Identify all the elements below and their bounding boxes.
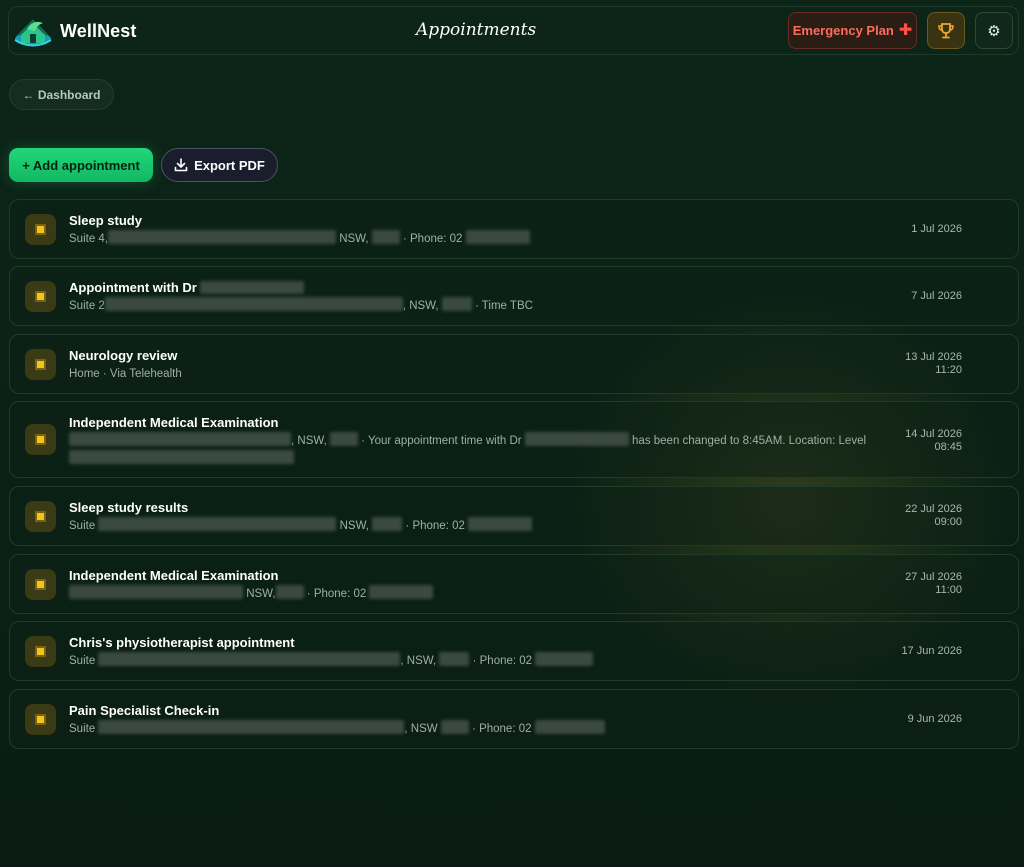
calendar-badge-icon (25, 424, 56, 455)
appointment-date: 27 Jul 2026 11:00 (905, 571, 962, 596)
trophy-button[interactable] (927, 12, 965, 49)
export-pdf-label: Export PDF (194, 157, 265, 173)
settings-button[interactable]: ⚙ (975, 12, 1013, 49)
appointment-date: 9 Jun 2026 (907, 713, 962, 725)
calendar-badge-icon (25, 214, 56, 245)
export-pdf-button[interactable]: Export PDF (161, 148, 278, 182)
trophy-icon (938, 22, 954, 38)
appointment-card[interactable]: Independent Medical Examination NSW, · P… (9, 554, 1019, 614)
appointment-details: Suite 4, NSW, · Phone: 02 (69, 230, 899, 248)
app-header: WellNest Appointments Emergency Plan ✚ ⚙ (8, 6, 1019, 55)
appointment-date: 7 Jul 2026 (911, 290, 962, 302)
emergency-plan-button[interactable]: Emergency Plan ✚ (788, 12, 917, 49)
appointment-date: 1 Jul 2026 (911, 223, 962, 235)
gear-icon: ⚙ (987, 22, 1001, 40)
appointment-details: , NSW, · Your appointment time with Dr h… (69, 432, 899, 468)
appointment-details: Suite , NSW · Phone: 02 (69, 720, 899, 738)
plus-cross-icon: ✚ (898, 21, 913, 39)
appointment-title: Independent Medical Examination (69, 568, 279, 583)
appointment-title: Independent Medical Examination (69, 415, 279, 430)
appointment-title: Sleep study (69, 213, 142, 228)
appointment-title: Neurology review (69, 348, 178, 363)
calendar-badge-icon (25, 349, 56, 380)
wellnest-logo-icon (14, 19, 52, 47)
appointment-title: Pain Specialist Check-in (69, 703, 220, 718)
appointment-card[interactable]: Appointment with Dr Suite 2, NSW, · Time… (9, 266, 1019, 326)
calendar-badge-icon (25, 569, 56, 600)
appointment-details: Home · Via Telehealth (69, 368, 182, 380)
appointment-card[interactable]: Sleep study results Suite NSW, · Phone: … (9, 486, 1019, 546)
calendar-badge-icon (25, 636, 56, 667)
appointment-card[interactable]: Neurology review Home · Via Telehealth 1… (9, 334, 1019, 394)
calendar-badge-icon (25, 281, 56, 312)
emergency-plan-label: Emergency Plan (792, 23, 894, 38)
appointment-details: Suite NSW, · Phone: 02 (69, 517, 899, 535)
add-appointment-button[interactable]: + Add appointment (9, 148, 153, 182)
appointment-date: 17 Jun 2026 (901, 645, 962, 657)
appointment-card[interactable]: Pain Specialist Check-in Suite , NSW · P… (9, 689, 1019, 749)
calendar-badge-icon (25, 704, 56, 735)
appointment-title: Chris's physiotherapist appointment (69, 635, 295, 650)
appointment-details: Suite , NSW, · Phone: 02 (69, 652, 899, 670)
appointment-title: Sleep study results (69, 500, 189, 515)
appointment-card[interactable]: Sleep study Suite 4, NSW, · Phone: 02 1 … (9, 199, 1019, 259)
download-icon (174, 158, 188, 172)
page-title: Appointments (416, 20, 537, 40)
appointment-card[interactable]: Chris's physiotherapist appointment Suit… (9, 621, 1019, 681)
appointment-card[interactable]: Independent Medical Examination , NSW, ·… (9, 401, 1019, 478)
appointment-title: Appointment with Dr (69, 280, 305, 295)
back-to-dashboard-button[interactable]: ← Dashboard (9, 79, 114, 110)
calendar-badge-icon (25, 501, 56, 532)
appointment-details: Suite 2, NSW, · Time TBC (69, 297, 899, 315)
brand-name[interactable]: WellNest (60, 21, 137, 42)
appointment-details: NSW, · Phone: 02 (69, 585, 899, 603)
appointment-date: 22 Jul 2026 09:00 (905, 503, 962, 528)
appointment-date: 13 Jul 2026 11:20 (905, 351, 962, 376)
appointment-date: 14 Jul 2026 08:45 (905, 428, 962, 453)
